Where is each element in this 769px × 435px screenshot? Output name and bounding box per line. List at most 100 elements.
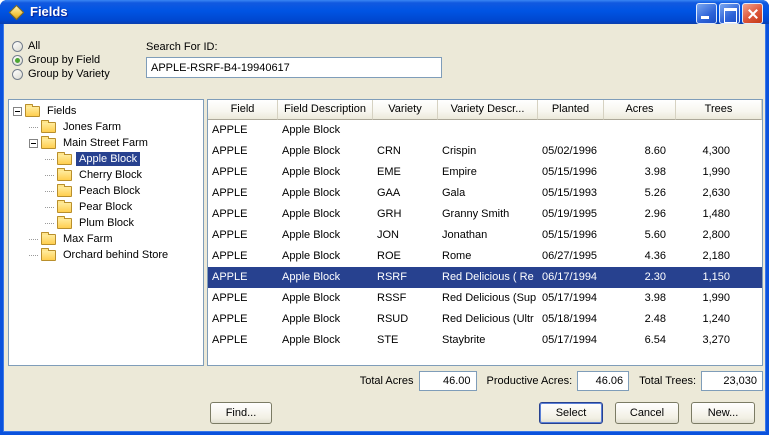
tree-item-label: Peach Block <box>76 184 143 198</box>
table-row[interactable]: APPLEApple BlockROERome06/27/19954.362,1… <box>208 246 762 267</box>
table-body: APPLEApple BlockAPPLEApple BlockCRNCrisp… <box>208 120 762 351</box>
cell-field-description: Apple Block <box>278 162 373 183</box>
column-header-field[interactable]: Field <box>208 100 278 120</box>
cell-variety <box>373 120 438 141</box>
cell-acres <box>604 120 676 141</box>
tree-item-label: Orchard behind Store <box>60 248 171 262</box>
tree-item-cherry-block[interactable]: Cherry Block <box>9 167 203 183</box>
total-acres-value: 46.00 <box>419 371 477 391</box>
cell-planted: 05/17/1994 <box>538 288 604 309</box>
table-row[interactable]: APPLEApple Block <box>208 120 762 141</box>
cell-planted: 05/19/1995 <box>538 204 604 225</box>
table-row[interactable]: APPLEApple BlockEMEEmpire05/15/19963.981… <box>208 162 762 183</box>
cell-field-description: Apple Block <box>278 267 373 288</box>
cell-planted: 05/18/1994 <box>538 309 604 330</box>
radio-icon[interactable] <box>12 55 23 66</box>
cell-trees: 1,480 <box>676 204 762 225</box>
option-label: Group by Field <box>28 54 100 66</box>
tree-item-fields[interactable]: Fields <box>9 103 203 119</box>
radio-icon[interactable] <box>12 69 23 80</box>
cell-planted: 06/27/1995 <box>538 246 604 267</box>
table-row[interactable]: APPLEApple BlockJONJonathan05/15/19965.6… <box>208 225 762 246</box>
cell-planted: 06/17/1994 <box>538 267 604 288</box>
tree-item-label: Jones Farm <box>60 120 124 134</box>
cell-acres: 3.98 <box>604 288 676 309</box>
column-header-variety[interactable]: Variety <box>373 100 438 120</box>
tree-item-main-street-farm[interactable]: Main Street Farm <box>9 135 203 151</box>
table-row[interactable]: APPLEApple BlockRSUDRed Delicious (Ultr0… <box>208 309 762 330</box>
find-button[interactable]: Find... <box>210 402 272 424</box>
folder-icon <box>25 106 40 117</box>
cell-trees: 1,150 <box>676 267 762 288</box>
cell-field-description: Apple Block <box>278 288 373 309</box>
cell-trees <box>676 120 762 141</box>
cell-planted: 05/15/1996 <box>538 162 604 183</box>
table-row[interactable]: APPLEApple BlockRSSFRed Delicious (Sup05… <box>208 288 762 309</box>
folder-icon <box>57 202 72 213</box>
tree-connector <box>45 191 54 192</box>
cell-acres: 2.30 <box>604 267 676 288</box>
tree-item-apple-block[interactable]: Apple Block <box>9 151 203 167</box>
column-header-trees[interactable]: Trees <box>676 100 762 120</box>
cell-variety-descr: Empire <box>438 162 538 183</box>
tree-item-pear-block[interactable]: Pear Block <box>9 199 203 215</box>
cell-variety: STE <box>373 330 438 351</box>
tree-connector <box>29 239 38 240</box>
column-header-field-description[interactable]: Field Description <box>278 100 373 120</box>
column-header-variety-descr[interactable]: Variety Descr... <box>438 100 538 120</box>
cell-field-description: Apple Block <box>278 183 373 204</box>
table-row[interactable]: APPLEApple BlockGRHGranny Smith05/19/199… <box>208 204 762 225</box>
fields-table: FieldField DescriptionVarietyVariety Des… <box>207 99 763 366</box>
total-trees-value: 23,030 <box>701 371 763 391</box>
table-row[interactable]: APPLEApple BlockRSRFRed Delicious ( Re06… <box>208 267 762 288</box>
cell-variety: ROE <box>373 246 438 267</box>
tree-item-orchard-behind-store[interactable]: Orchard behind Store <box>9 247 203 263</box>
select-button[interactable]: Select <box>539 402 603 424</box>
search-input[interactable] <box>146 57 442 78</box>
cancel-button[interactable]: Cancel <box>615 402 679 424</box>
cell-acres: 5.26 <box>604 183 676 204</box>
tree-item-max-farm[interactable]: Max Farm <box>9 231 203 247</box>
cell-acres: 4.36 <box>604 246 676 267</box>
folder-icon <box>57 186 72 197</box>
minimize-icon[interactable] <box>696 3 717 24</box>
column-header-acres[interactable]: Acres <box>604 100 676 120</box>
table-row[interactable]: APPLEApple BlockCRNCrispin05/02/19968.60… <box>208 141 762 162</box>
table-row[interactable]: APPLEApple BlockGAAGala05/15/19935.262,6… <box>208 183 762 204</box>
option-group: AllGroup by FieldGroup by Variety <box>12 39 110 81</box>
tree-item-label: Max Farm <box>60 232 116 246</box>
table-row[interactable]: APPLEApple BlockSTEStaybrite05/17/19946.… <box>208 330 762 351</box>
option-all[interactable]: All <box>12 39 110 53</box>
tree-connector <box>45 175 54 176</box>
tree-item-peach-block[interactable]: Peach Block <box>9 183 203 199</box>
cell-field-description: Apple Block <box>278 141 373 162</box>
cell-planted: 05/15/1993 <box>538 183 604 204</box>
cell-variety-descr: Granny Smith <box>438 204 538 225</box>
cell-variety-descr: Jonathan <box>438 225 538 246</box>
window-controls <box>696 3 763 24</box>
title-bar[interactable]: Fields <box>0 0 769 24</box>
cell-planted: 05/15/1996 <box>538 225 604 246</box>
cell-variety: CRN <box>373 141 438 162</box>
tree-item-plum-block[interactable]: Plum Block <box>9 215 203 231</box>
tree-item-jones-farm[interactable]: Jones Farm <box>9 119 203 135</box>
radio-icon[interactable] <box>12 41 23 52</box>
tree-connector <box>45 223 54 224</box>
cell-trees: 3,270 <box>676 330 762 351</box>
option-group-by-field[interactable]: Group by Field <box>12 53 110 67</box>
cell-variety-descr: Red Delicious ( Re <box>438 267 538 288</box>
folder-icon <box>41 234 56 245</box>
maximize-icon[interactable] <box>719 3 740 24</box>
column-header-planted[interactable]: Planted <box>538 100 604 120</box>
productive-acres-label: Productive Acres: <box>487 375 573 387</box>
collapse-icon[interactable] <box>29 139 38 148</box>
folder-icon <box>57 154 72 165</box>
folder-icon <box>57 170 72 181</box>
tree-item-label: Cherry Block <box>76 168 145 182</box>
option-group-by-variety[interactable]: Group by Variety <box>12 67 110 81</box>
collapse-icon[interactable] <box>13 107 22 116</box>
close-icon[interactable] <box>742 3 763 24</box>
fields-window: Fields AllGroup by FieldGroup by Variety… <box>0 0 769 435</box>
new-button[interactable]: New... <box>691 402 755 424</box>
cell-field: APPLE <box>208 183 278 204</box>
